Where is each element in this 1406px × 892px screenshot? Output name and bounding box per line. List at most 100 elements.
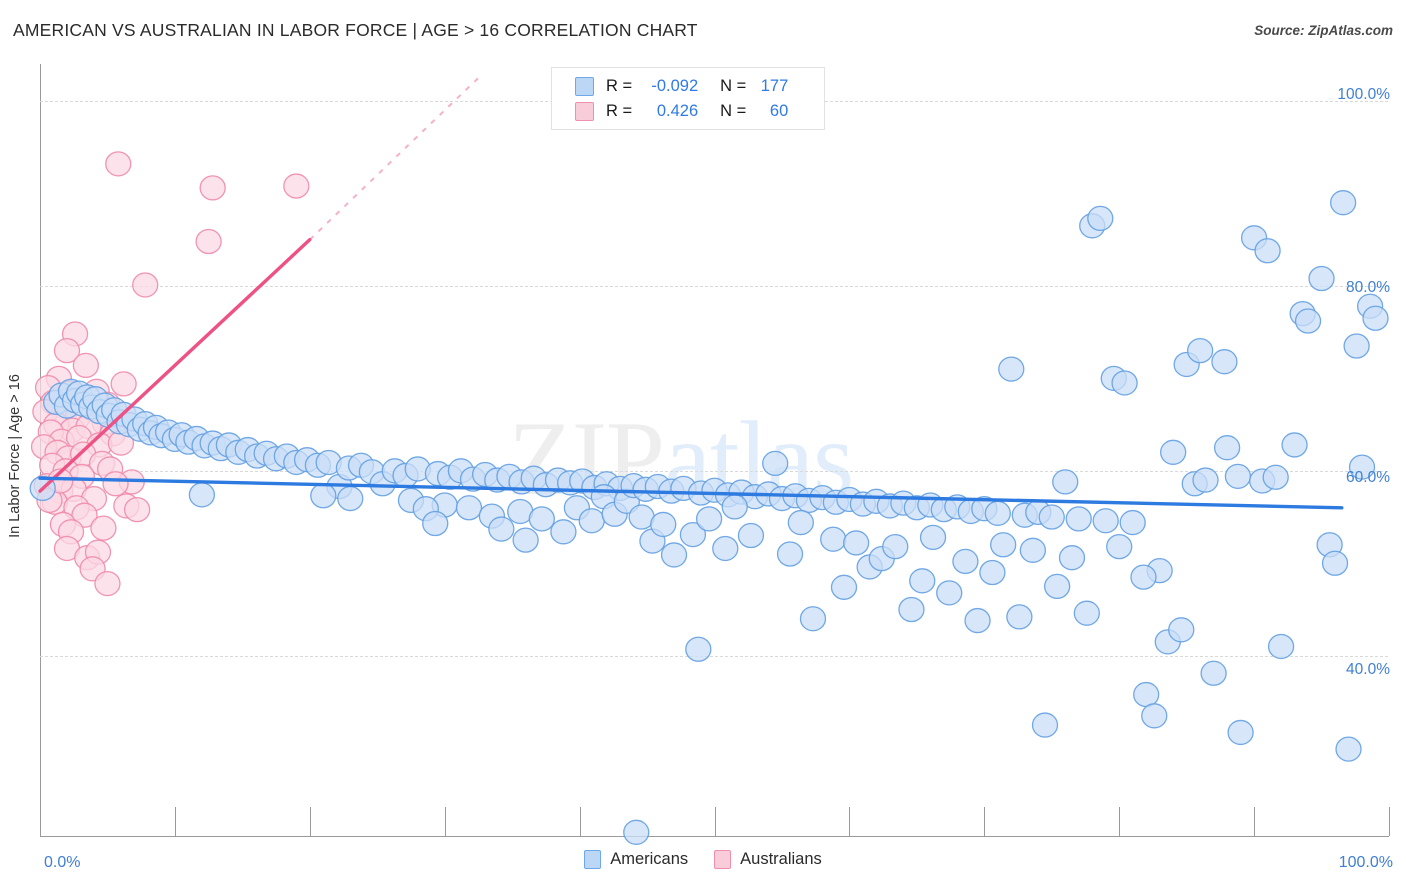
data-point: [1031, 712, 1059, 738]
data-point: [195, 228, 222, 255]
data-point: [1329, 190, 1357, 216]
data-point: [110, 371, 137, 397]
legend-item-americans[interactable]: Americans: [584, 850, 688, 869]
data-point: [1224, 463, 1252, 489]
data-point: [488, 516, 515, 542]
data-point: [762, 450, 789, 477]
data-point: [685, 636, 712, 662]
americans-legend-swatch-icon: [584, 850, 602, 869]
x-axis-tickmark: [579, 807, 581, 836]
data-point: [1254, 238, 1281, 264]
data-point: [90, 515, 117, 541]
data-point: [998, 356, 1025, 382]
data-point: [909, 568, 936, 594]
australians-points: [30, 151, 310, 597]
data-point: [1106, 533, 1133, 560]
data-point: [72, 352, 100, 379]
correlation-stats-box: R = -0.092 N = 177 R = 0.426 N = 60: [551, 67, 825, 130]
data-point: [990, 532, 1017, 558]
data-point: [422, 510, 449, 537]
y-axis-title: In Labor Force | Age > 16: [7, 374, 23, 538]
n-label-americans: N =: [720, 77, 747, 95]
data-point: [102, 471, 129, 497]
n-label-australians: N =: [720, 102, 747, 120]
stats-row-americans: R = -0.092 N = 177: [552, 74, 824, 99]
data-point: [132, 272, 159, 298]
n-value-americans: 177: [760, 77, 789, 95]
data-point: [882, 533, 909, 560]
australians-trendline-extension: [309, 77, 480, 241]
r-value-americans: -0.092: [651, 77, 699, 95]
data-point: [1192, 467, 1219, 493]
data-point: [1043, 573, 1071, 600]
data-point: [1087, 205, 1114, 232]
data-point: [1065, 506, 1092, 532]
data-point: [623, 819, 650, 845]
x-axis-tickmark: [309, 807, 311, 836]
r-value-australians: 0.426: [656, 102, 699, 120]
correlation-chart: AMERICAN VS AUSTRALIAN IN LABOR FORCE | …: [0, 0, 1406, 892]
x-axis-tickmark: [174, 807, 176, 836]
data-point: [1262, 464, 1289, 490]
y-axis-tick-40: 40.0%: [1346, 661, 1390, 678]
legend-item-australians[interactable]: Australians: [714, 850, 822, 869]
data-point: [455, 495, 483, 521]
data-point: [695, 506, 723, 532]
data-point: [1343, 333, 1370, 359]
data-point: [1294, 308, 1322, 334]
data-point: [964, 607, 991, 634]
data-point: [123, 496, 151, 523]
legend-label-americans: Americans: [610, 850, 689, 868]
data-point: [842, 530, 870, 556]
americans-points: [29, 190, 1389, 845]
data-point: [984, 500, 1011, 526]
data-point: [1281, 432, 1308, 458]
data-point: [1362, 305, 1389, 331]
data-point: [660, 542, 688, 568]
legend-label-australians: Australians: [740, 850, 822, 868]
x-axis-tickmark: [849, 807, 851, 836]
data-point: [94, 570, 121, 597]
x-axis-tickmark: [1389, 807, 1390, 836]
data-point: [820, 526, 847, 552]
data-point: [199, 175, 226, 201]
data-point: [1227, 719, 1254, 746]
stats-row-australians: R = 0.426 N = 60: [552, 99, 824, 124]
data-point: [310, 483, 337, 509]
x-axis-tickmark: [1254, 807, 1256, 836]
data-point: [898, 596, 925, 623]
data-point: [1119, 509, 1146, 536]
data-point: [737, 522, 765, 549]
data-point: [1019, 537, 1047, 563]
data-point: [1267, 633, 1295, 660]
data-point: [1160, 439, 1187, 465]
data-point: [283, 173, 310, 199]
x-axis-tickmark: [984, 807, 986, 836]
y-axis-tick-80: 80.0%: [1346, 279, 1390, 296]
data-point: [1133, 681, 1160, 708]
data-point: [1200, 660, 1227, 686]
x-axis-tickmark: [1119, 807, 1121, 836]
data-point: [799, 606, 827, 632]
x-axis-tickmark: [714, 807, 716, 836]
australians-swatch-icon: [575, 102, 594, 121]
data-point: [1321, 550, 1349, 576]
data-point: [919, 524, 947, 551]
r-label-australians: R =: [606, 102, 633, 120]
data-point: [528, 506, 555, 532]
data-point: [1092, 508, 1119, 534]
x-axis-tickmark: [444, 807, 446, 836]
data-point: [337, 485, 364, 512]
data-point: [1141, 703, 1168, 729]
data-point: [1213, 435, 1241, 461]
data-point: [188, 482, 216, 508]
n-value-australians: 60: [769, 102, 789, 120]
data-point: [1130, 564, 1157, 590]
data-point: [650, 511, 677, 538]
data-point: [1052, 469, 1079, 495]
data-point: [776, 541, 804, 567]
series-legend: Americans Australians: [0, 850, 1406, 869]
data-point: [550, 519, 577, 545]
data-point: [830, 574, 858, 600]
data-point: [936, 580, 963, 606]
